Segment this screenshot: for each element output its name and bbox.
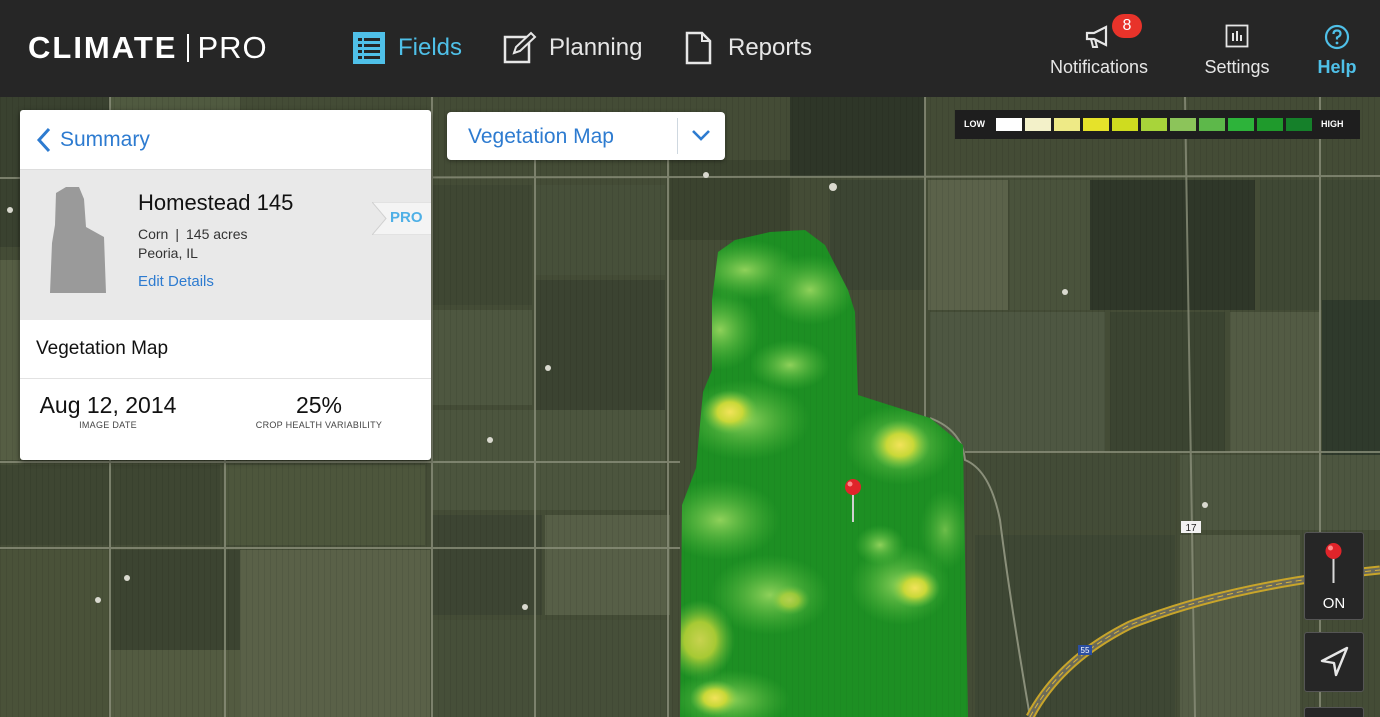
legend-swatch [1054,118,1080,131]
image-date-value: Aug 12, 2014 [39,392,177,418]
chevron-left-icon [36,127,51,153]
navigation-arrow-icon [1320,646,1349,677]
legend-swatch [1083,118,1109,131]
legend-swatch [1141,118,1167,131]
notification-count-badge: 8 [1112,14,1142,38]
pin-toggle-label: ON [1322,595,1346,612]
legend-swatch [1257,118,1283,131]
field-location: Peoria, IL [138,245,198,261]
variability-value: 25% [295,392,343,418]
legend-swatch [1025,118,1051,131]
image-date-stat: Aug 12, 2014 IMAGE DATE [34,392,182,430]
field-name: Homestead 145 [138,190,294,215]
panel-header: Summary [20,110,431,170]
highway-shield-icon: 55 [1078,645,1092,655]
tab-reports-label: Reports [728,34,813,61]
pro-badge-label: PRO [390,209,423,226]
legend-low-label: LOW [964,119,985,129]
highway-label: 55 [1081,646,1090,655]
help-icon [1324,24,1350,55]
route-label: 17 [1185,523,1197,534]
variability-caption: CROP HEALTH VARIABILITY [255,420,383,430]
dropdown-divider [677,118,678,154]
tab-fields[interactable]: Fields [352,28,462,68]
logo-divider [187,34,190,62]
legend-swatch [996,118,1022,131]
field-boundary-thumbnail [50,187,106,293]
section-title: Vegetation Map [36,338,169,359]
tab-planning[interactable]: Planning [503,28,642,68]
help-label: Help [1317,57,1357,77]
logo-climate-text: CLIMATE [28,30,178,65]
vegetation-legend: LOW HIGH [955,110,1360,139]
panel-divider [20,378,431,379]
variability-stat: 25% CROP HEALTH VARIABILITY [230,392,408,430]
my-location-button[interactable] [1304,632,1364,692]
field-acres: 145 acres [186,226,248,242]
logo-pro-text: PRO [197,30,268,65]
pin-toggle-button[interactable]: ON [1304,532,1364,620]
settings-icon [1225,24,1249,53]
field-meta: Corn | 145 acres Peoria, IL [138,225,247,263]
list-icon [352,31,386,65]
field-crop: Corn [138,226,169,242]
tab-fields-label: Fields [398,34,463,61]
help-button[interactable]: Help [1309,18,1365,78]
layer-select-value: Vegetation Map [468,125,614,148]
legend-high-label: HIGH [1321,119,1344,129]
layer-select-dropdown[interactable]: Vegetation Map [447,112,725,160]
field-summary-panel: Summary Homestead 145 Corn | 145 acres Peo… [20,110,431,460]
megaphone-icon [1084,24,1114,55]
legend-swatch [1286,118,1312,131]
notifications-button[interactable]: 8 Notifications [1037,14,1161,78]
legend-swatch [1170,118,1196,131]
legend-swatch [1228,118,1254,131]
back-to-summary-button[interactable]: Summary [34,124,150,156]
field-card[interactable]: Homestead 145 Corn | 145 acres Peoria, IL … [20,170,431,320]
legend-swatch [1112,118,1138,131]
tab-planning-label: Planning [549,34,643,61]
back-label: Summary [60,128,150,151]
map-control-partial[interactable] [1304,707,1364,717]
notifications-label: Notifications [1049,57,1149,77]
settings-button[interactable]: Settings [1195,18,1279,78]
chevron-down-icon[interactable] [691,128,711,142]
edit-icon [503,31,537,65]
route-marker-icon: 17 [1181,521,1201,534]
climate-pro-logo[interactable]: CLIMATE PRO [28,30,268,66]
map-pin-icon [1325,543,1342,583]
edit-details-link[interactable]: Edit Details [138,273,214,290]
pro-badge: PRO [370,201,431,236]
legend-swatch [1199,118,1225,131]
top-nav-bar: CLIMATE PRO Fields Planning Reports 8 No… [0,0,1380,97]
settings-label: Settings [1204,57,1270,77]
tab-reports[interactable]: Reports [682,28,812,68]
meta-separator: | [175,226,179,242]
image-date-caption: IMAGE DATE [79,420,137,430]
document-icon [682,31,716,65]
